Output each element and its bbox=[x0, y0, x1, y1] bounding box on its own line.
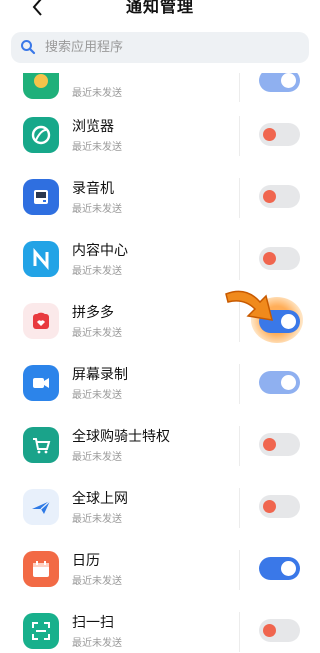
app-name: 屏幕录制 bbox=[72, 367, 128, 383]
recorder-icon bbox=[23, 179, 59, 215]
divider bbox=[239, 240, 240, 280]
app-name: 拼多多 bbox=[72, 305, 114, 321]
list-item-screen-record[interactable]: 屏幕录制 最近未发送 bbox=[0, 354, 320, 416]
search-bar[interactable] bbox=[11, 32, 309, 63]
divider bbox=[239, 488, 240, 528]
header: 通知管理 bbox=[0, 0, 320, 26]
search-icon bbox=[21, 40, 36, 55]
shopping-cart-icon bbox=[23, 427, 59, 463]
app-status: 最近未发送 bbox=[72, 204, 122, 215]
toggle-knob bbox=[263, 190, 276, 203]
airplane-icon bbox=[23, 489, 59, 525]
app-name: 录音机 bbox=[72, 181, 114, 197]
app-status: 最近未发送 bbox=[72, 328, 122, 339]
app-name: 内容中心 bbox=[72, 243, 128, 259]
list-item-scan[interactable]: 扫一扫 最近未发送 bbox=[0, 602, 320, 653]
notification-toggle[interactable] bbox=[259, 247, 300, 270]
divider bbox=[239, 73, 240, 102]
browser-icon bbox=[23, 117, 59, 153]
list-item-global-internet[interactable]: 全球上网 最近未发送 bbox=[0, 478, 320, 540]
toggle-knob bbox=[281, 561, 296, 576]
toggle-knob bbox=[281, 375, 296, 390]
app-status: 最近未发送 bbox=[72, 576, 122, 587]
notification-toggle[interactable] bbox=[259, 557, 300, 580]
app-status: 最近未发送 bbox=[72, 390, 122, 401]
app-name: 扫一扫 bbox=[72, 615, 114, 631]
app-status: 最近未发送 bbox=[72, 514, 122, 525]
app-status: 最近未发送 bbox=[72, 142, 122, 153]
divider bbox=[239, 178, 240, 218]
app-icon-partial bbox=[23, 73, 59, 99]
notification-toggle[interactable] bbox=[259, 123, 300, 146]
list-item-global-shopping[interactable]: 全球购骑士特权 最近未发送 bbox=[0, 416, 320, 478]
pointer-arrow-icon bbox=[225, 290, 274, 321]
scan-icon bbox=[23, 613, 59, 649]
screen-record-icon bbox=[23, 365, 59, 401]
toggle-knob bbox=[281, 73, 296, 88]
toggle-knob bbox=[263, 500, 276, 513]
notification-toggle[interactable] bbox=[259, 73, 300, 92]
toggle-knob bbox=[263, 252, 276, 265]
app-name: 日历 bbox=[72, 553, 100, 569]
divider bbox=[239, 364, 240, 404]
calendar-icon bbox=[23, 551, 59, 587]
app-status: 最近未发送 bbox=[72, 452, 122, 463]
divider bbox=[239, 116, 240, 156]
content-center-icon bbox=[23, 241, 59, 277]
notification-toggle[interactable] bbox=[259, 619, 300, 642]
divider bbox=[239, 550, 240, 590]
list-item-browser[interactable]: 浏览器 最近未发送 bbox=[0, 106, 320, 168]
toggle-knob bbox=[263, 624, 276, 637]
app-status: 最近未发送 bbox=[72, 88, 122, 99]
toggle-knob bbox=[263, 438, 276, 451]
divider bbox=[239, 612, 240, 652]
divider bbox=[239, 426, 240, 466]
app-name: 全球上网 bbox=[72, 491, 128, 507]
search-input[interactable] bbox=[45, 32, 295, 63]
list-item-calendar[interactable]: 日历 最近未发送 bbox=[0, 540, 320, 602]
app-status: 最近未发送 bbox=[72, 266, 122, 277]
notification-toggle[interactable] bbox=[259, 371, 300, 394]
app-name: 浏览器 bbox=[72, 119, 114, 135]
page-title: 通知管理 bbox=[125, 0, 194, 16]
pinduoduo-icon bbox=[23, 303, 59, 339]
notification-toggle[interactable] bbox=[259, 495, 300, 518]
app-status: 最近未发送 bbox=[72, 638, 122, 649]
app-name: 全球购骑士特权 bbox=[72, 429, 170, 445]
list-item-recorder[interactable]: 录音机 最近未发送 bbox=[0, 168, 320, 230]
notification-toggle[interactable] bbox=[259, 433, 300, 456]
notification-toggle[interactable] bbox=[259, 185, 300, 208]
toggle-knob bbox=[263, 128, 276, 141]
